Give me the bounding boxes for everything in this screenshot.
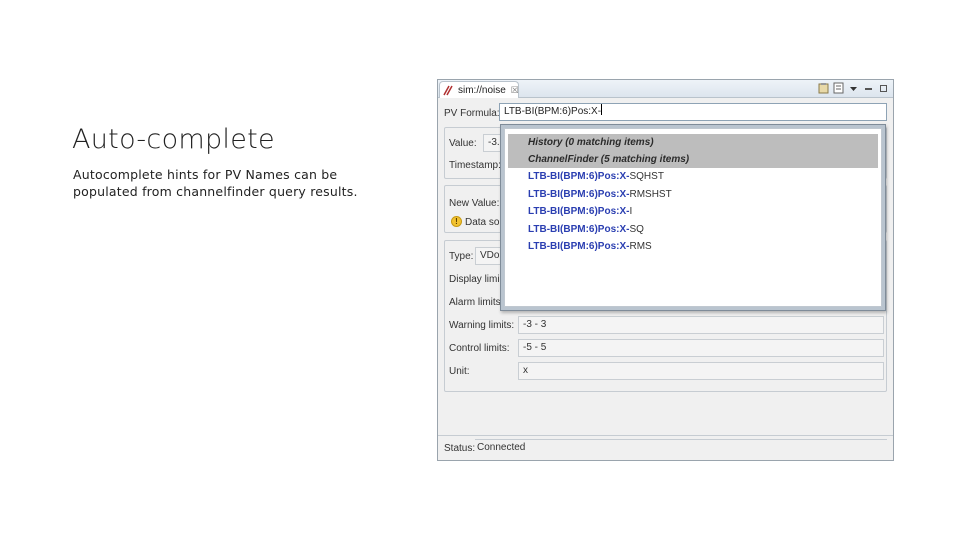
autocomplete-item[interactable]: LTB-BI(BPM:6)Pos:X-I xyxy=(508,203,878,221)
status-value: Connected xyxy=(477,442,526,453)
control-limits-field: -5 - 5 xyxy=(518,339,884,357)
value-label: Value: xyxy=(449,138,477,149)
match-suffix: RMSHST xyxy=(629,188,672,200)
alarm-limits-label: Alarm limits xyxy=(449,297,501,308)
layout-icon[interactable] xyxy=(833,82,844,94)
warning-limits-label: Warning limits: xyxy=(449,320,515,331)
match-suffix: SQHST xyxy=(629,171,664,182)
match-prefix: LTB-BI(BPM:6)Pos:X- xyxy=(528,171,630,182)
display-limits-label: Display limi xyxy=(449,274,500,285)
status-field: Connected xyxy=(475,439,887,456)
match-suffix: RMS xyxy=(629,241,652,252)
warning-limits-value: -3 - 3 xyxy=(523,319,547,330)
warning-icon: ! xyxy=(451,216,462,227)
autocomplete-item[interactable]: LTB-BI(BPM:6)Pos:X-RMS xyxy=(508,238,878,256)
history-header[interactable]: History (0 matching items) xyxy=(508,134,878,151)
autocomplete-item[interactable]: LTB-BI(BPM:6)Pos:X-SQ xyxy=(508,221,878,239)
unit-label: Unit: xyxy=(449,366,470,377)
probe-icon xyxy=(443,84,455,96)
match-prefix: LTB-BI(BPM:6)Pos:X- xyxy=(528,241,630,252)
tab-sim-noise[interactable]: sim://noise ☒ xyxy=(439,81,519,98)
new-value-label: New Value: xyxy=(449,198,500,209)
pv-formula-value: LTB-BI(BPM:6)Pos:X- xyxy=(504,106,602,117)
match-prefix: LTB-BI(BPM:6)Pos:X- xyxy=(528,206,630,217)
unit-field: x xyxy=(518,362,884,380)
autocomplete-popup: History (0 matching items) ChannelFinder… xyxy=(500,124,886,311)
text-caret xyxy=(601,104,603,115)
status-bar: Status: Connected xyxy=(438,435,893,460)
autocomplete-item[interactable]: LTB-BI(BPM:6)Pos:X-RMSHST xyxy=(508,186,878,204)
minimize-icon[interactable] xyxy=(863,82,874,94)
control-limits-value: -5 - 5 xyxy=(523,342,547,353)
autocomplete-list: History (0 matching items) ChannelFinder… xyxy=(504,128,882,307)
status-label: Status: xyxy=(444,443,476,454)
match-prefix: LTB-BI(BPM:6)Pos:X- xyxy=(528,188,630,200)
type-label: Type: xyxy=(449,251,474,262)
maximize-icon[interactable] xyxy=(878,82,889,94)
clipboard-icon[interactable] xyxy=(818,82,829,94)
channelfinder-header[interactable]: ChannelFinder (5 matching items) xyxy=(508,151,878,168)
unit-value: x xyxy=(523,365,528,376)
control-limits-label: Control limits: xyxy=(449,343,510,354)
match-suffix: I xyxy=(629,206,633,217)
warning-limits-field: -3 - 3 xyxy=(518,316,884,334)
pv-formula-input[interactable]: LTB-BI(BPM:6)Pos:X- xyxy=(499,103,887,121)
tab-label: sim://noise xyxy=(458,84,506,96)
pv-formula-label: PV Formula: xyxy=(444,108,500,119)
slide-title: Auto-complete xyxy=(72,124,275,155)
window-titlebar: sim://noise ☒ xyxy=(438,80,893,98)
view-menu-icon[interactable] xyxy=(848,82,859,94)
autocomplete-item[interactable]: LTB-BI(BPM:6)Pos:X-SQHST xyxy=(508,168,878,186)
slide-body-text: Autocomplete hints for PV Names can be p… xyxy=(73,167,358,199)
match-suffix: SQ xyxy=(629,223,644,235)
match-prefix: LTB-BI(BPM:6)Pos:X- xyxy=(528,223,630,235)
timestamp-label: Timestamp: xyxy=(449,160,501,171)
close-icon[interactable]: ☒ xyxy=(511,85,519,96)
